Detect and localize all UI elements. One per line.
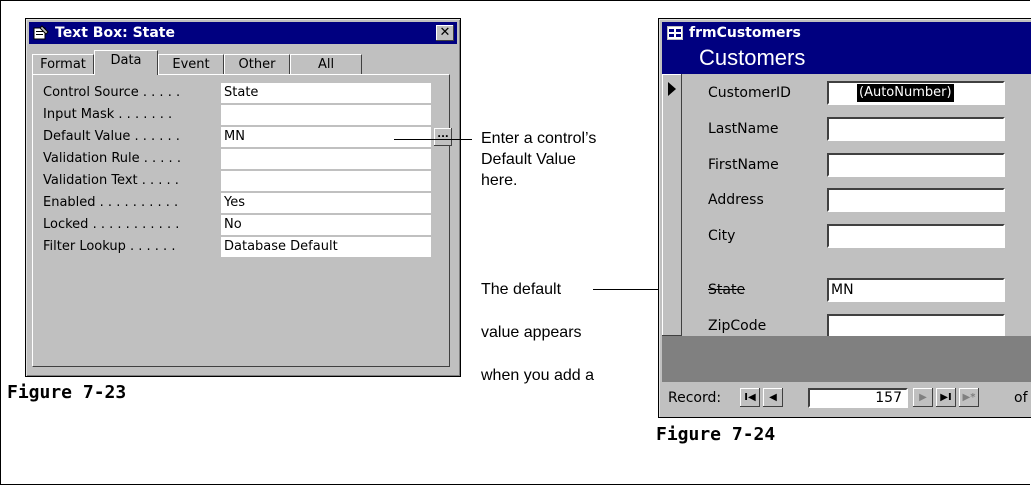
field-row-lastname: LastName: [659, 117, 1031, 141]
record-of-label: of: [1014, 390, 1028, 406]
new-record-button[interactable]: ▶*: [959, 388, 979, 407]
previous-record-button[interactable]: ◀: [763, 388, 783, 407]
property-row-validation-text[interactable]: Validation Text . . . . .: [43, 171, 443, 191]
property-label: Validation Text . . . . .: [43, 173, 179, 188]
field-row-state: State MN: [659, 278, 1031, 302]
field-label-lastname: LastName: [708, 121, 779, 137]
city-field[interactable]: [827, 224, 1005, 248]
form-header: Customers: [662, 44, 1031, 74]
field-row-customerid: CustomerID (AutoNumber): [659, 81, 1031, 105]
figure-caption-right: Figure 7-24: [656, 424, 776, 445]
callout-leader-line: [394, 139, 472, 140]
field-row-firstname: FirstName: [659, 153, 1031, 177]
property-row-validation-rule[interactable]: Validation Rule . . . . .: [43, 149, 443, 169]
property-value-locked[interactable]: No: [221, 215, 431, 235]
first-record-button[interactable]: I◀: [740, 388, 760, 407]
property-value-control-source[interactable]: State: [221, 83, 431, 103]
callout-default-value: Enter a control’s Default Value here.: [481, 128, 596, 191]
property-label: Enabled . . . . . . . . . .: [43, 195, 179, 210]
properties-window: Text Box: State ✕ Format Data Event Othe…: [25, 18, 461, 377]
field-label-city: City: [708, 228, 736, 244]
close-button[interactable]: ✕: [436, 25, 454, 41]
callout-line: Enter a control’s: [481, 130, 597, 147]
record-number-input[interactable]: 157: [808, 388, 908, 408]
field-label-zipcode: ZipCode: [708, 318, 767, 334]
record-label: Record:: [668, 390, 722, 406]
property-value-validation-rule[interactable]: [221, 149, 431, 169]
next-record-icon: ▶: [919, 392, 927, 403]
properties-icon: [33, 25, 49, 40]
new-record-icon: ▶*: [962, 392, 976, 403]
first-record-icon: I◀: [744, 392, 756, 403]
field-label-state: State: [708, 282, 746, 298]
property-row-locked[interactable]: Locked . . . . . . . . . . . No: [43, 215, 443, 235]
autonumber-value: (AutoNumber): [857, 84, 954, 102]
form-window: frmCustomers Customers CustomerID (AutoN…: [658, 18, 1031, 418]
form-icon: [667, 26, 683, 40]
form-title: frmCustomers: [689, 25, 801, 41]
property-value-default-value[interactable]: MN: [221, 127, 431, 147]
field-label-firstname: FirstName: [708, 157, 779, 173]
field-row-zipcode: ZipCode: [659, 314, 1031, 338]
firstname-field[interactable]: [827, 153, 1005, 177]
callout-default-appears: The default value appears when you add a: [481, 279, 594, 386]
tab-format[interactable]: Format: [32, 54, 94, 74]
data-tab-panel: Control Source . . . . . State Input Mas…: [32, 74, 452, 367]
property-label: Validation Rule . . . . .: [43, 151, 181, 166]
form-title-bar[interactable]: frmCustomers: [662, 22, 1031, 44]
properties-title-bar[interactable]: Text Box: State ✕: [29, 22, 457, 44]
property-label: Locked . . . . . . . . . . .: [43, 217, 180, 232]
property-label: Input Mask . . . . . . .: [43, 107, 173, 122]
callout-line: The default: [481, 281, 562, 298]
properties-title: Text Box: State: [55, 25, 175, 41]
tab-other[interactable]: Other: [224, 54, 290, 74]
field-row-address: Address: [659, 188, 1031, 212]
property-row-filter-lookup[interactable]: Filter Lookup . . . . . . Database Defau…: [43, 237, 443, 257]
last-record-icon: ▶I: [940, 392, 952, 403]
form-header-title: Customers: [699, 45, 806, 70]
state-field[interactable]: MN: [827, 278, 1005, 302]
record-navigation-bar: Record: I◀ ◀ 157 ▶ ▶I ▶* of: [662, 382, 1031, 414]
property-value-validation-text[interactable]: [221, 171, 431, 191]
close-icon: ✕: [439, 25, 451, 40]
figure-caption-left: Figure 7-23: [7, 382, 127, 403]
field-label-customerid: CustomerID: [708, 85, 791, 101]
property-label: Filter Lookup . . . . . .: [43, 239, 176, 254]
callout-line: Default Value: [481, 151, 576, 168]
tab-data[interactable]: Data: [94, 50, 158, 75]
property-value-input-mask[interactable]: [221, 105, 431, 125]
callout-line: when you add a: [481, 367, 594, 384]
last-record-button[interactable]: ▶I: [936, 388, 956, 407]
tab-all[interactable]: All: [290, 54, 362, 74]
field-row-city: City: [659, 224, 1031, 248]
property-label: Default Value . . . . . .: [43, 129, 180, 144]
zipcode-field[interactable]: [827, 314, 1005, 338]
form-footer: [662, 336, 1031, 382]
field-label-address: Address: [708, 192, 764, 208]
lastname-field[interactable]: [827, 117, 1005, 141]
callout-line: value appears: [481, 324, 582, 341]
property-label: Control Source . . . . .: [43, 85, 181, 100]
expression-builder-button[interactable]: ...: [434, 128, 452, 146]
property-value-filter-lookup[interactable]: Database Default: [221, 237, 431, 257]
property-row-input-mask[interactable]: Input Mask . . . . . . .: [43, 105, 443, 125]
callout-line: here.: [481, 172, 518, 189]
address-field[interactable]: [827, 188, 1005, 212]
property-row-control-source[interactable]: Control Source . . . . . State: [43, 83, 443, 103]
tab-event[interactable]: Event: [158, 54, 224, 74]
property-value-enabled[interactable]: Yes: [221, 193, 431, 213]
property-row-default-value[interactable]: Default Value . . . . . . MN ...: [43, 127, 452, 147]
customerid-field[interactable]: (AutoNumber): [827, 81, 1005, 105]
next-record-button[interactable]: ▶: [913, 388, 933, 407]
previous-record-icon: ◀: [769, 392, 777, 403]
property-row-enabled[interactable]: Enabled . . . . . . . . . . Yes: [43, 193, 443, 213]
